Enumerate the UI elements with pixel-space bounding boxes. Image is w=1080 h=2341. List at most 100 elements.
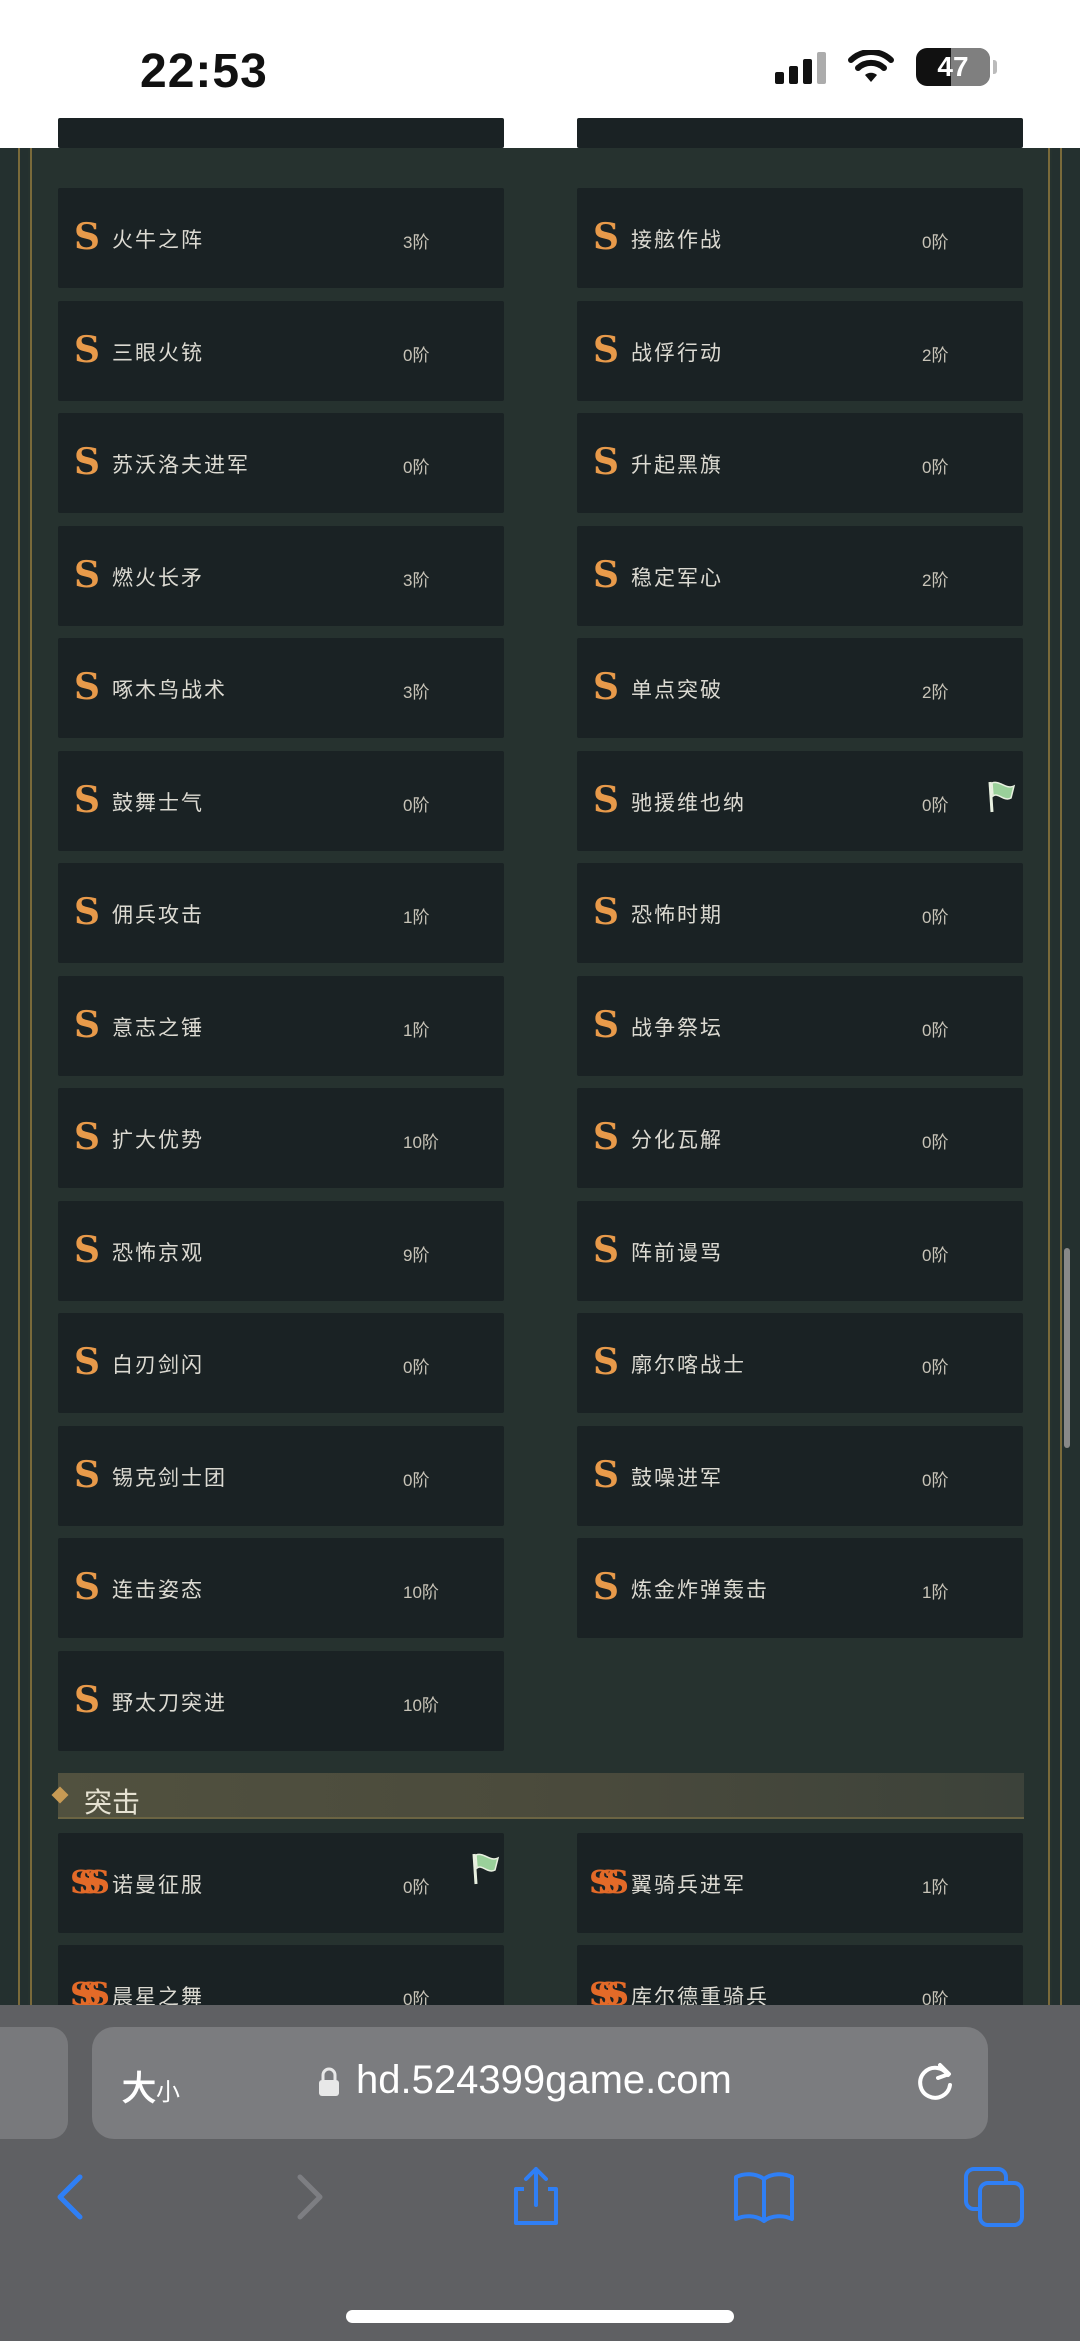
skill-s-icon: S <box>593 1116 619 1158</box>
skill-card[interactable]: S 恐怖京观 9阶 <box>58 1200 504 1301</box>
frame-line-left-inner <box>30 148 32 2008</box>
skill-card[interactable]: S 单点突破 2阶 <box>577 638 1023 738</box>
skill-s-icon: S <box>74 778 100 821</box>
skill-card[interactable]: S 升起黑旗 0阶 <box>577 413 1023 513</box>
skill-level: 0阶 <box>922 1358 949 1377</box>
skill-name: 火牛之阵 <box>112 229 204 252</box>
skill-level: 3阶 <box>403 683 430 702</box>
reload-icon[interactable] <box>910 2057 960 2107</box>
skill-card[interactable]: S 三眼火铳 0阶 <box>58 300 504 401</box>
text-size-small: 小 <box>156 2079 180 2106</box>
skill-name: 战争祭坛 <box>631 1016 723 1040</box>
flag-icon[interactable] <box>466 1850 502 1886</box>
skill-card[interactable]: S 佣兵攻击 1阶 <box>58 863 504 963</box>
skill-card-cut[interactable] <box>577 118 1023 148</box>
forward-icon[interactable] <box>276 2165 340 2229</box>
url-text: hd.524399game.com <box>356 2058 732 2102</box>
skill-card[interactable]: S 锡克剑士团 0阶 <box>58 1425 504 1526</box>
skill-level: 0阶 <box>922 1020 949 1040</box>
skill-card[interactable]: S 接舷作战 0阶 <box>577 188 1023 288</box>
skill-name: 战俘行动 <box>631 341 723 365</box>
skill-card[interactable]: S 白刃剑闪 0阶 <box>58 1313 504 1413</box>
wifi-icon <box>848 50 894 82</box>
skill-sss-icon: SSS <box>70 1863 110 1901</box>
flag-icon[interactable] <box>982 778 1018 814</box>
skill-card[interactable]: S 鼓噪进军 0阶 <box>577 1425 1023 1526</box>
skill-card[interactable]: S 战争祭坛 0阶 <box>577 975 1023 1076</box>
skill-name: 锡克剑士团 <box>112 1466 227 1490</box>
previous-tab-preview[interactable] <box>0 2027 68 2139</box>
skill-name: 燃火长矛 <box>112 566 204 590</box>
home-indicator[interactable] <box>346 2310 734 2323</box>
skill-card[interactable]: S 意志之锤 1阶 <box>58 975 504 1076</box>
skill-card[interactable]: S 扩大优势 10阶 <box>58 1088 504 1188</box>
battery-icon: 47 <box>916 48 997 86</box>
skill-card[interactable]: S 恐怖时期 0阶 <box>577 863 1023 963</box>
skill-card[interactable]: S 苏沃洛夫进军 0阶 <box>58 413 504 513</box>
text-size-button[interactable]: 大小 <box>122 2061 180 2110</box>
share-icon[interactable] <box>504 2165 568 2229</box>
skill-level: 0阶 <box>403 345 430 365</box>
assault-skill-card[interactable]: SSS 翼骑兵进军 1阶 <box>577 1833 1023 1933</box>
tabs-icon[interactable] <box>962 2165 1026 2229</box>
skill-card[interactable]: S 鼓舞士气 0阶 <box>58 750 504 851</box>
signal-icon <box>775 50 826 84</box>
browser-toolbar: 大小 hd.524399game.com <box>0 2005 1080 2341</box>
skill-s-icon: S <box>593 1566 619 1608</box>
skill-name: 阵前谩骂 <box>631 1241 723 1265</box>
skill-level: 2阶 <box>922 345 949 365</box>
skill-level: 0阶 <box>922 233 949 252</box>
skill-card[interactable]: S 啄木鸟战术 3阶 <box>58 638 504 738</box>
assault-skill-card[interactable]: SSS 诺曼征服 0阶 <box>58 1833 504 1933</box>
skill-card[interactable]: S 分化瓦解 0阶 <box>577 1088 1023 1188</box>
bookmarks-icon[interactable] <box>732 2165 796 2229</box>
skill-card[interactable]: S 野太刀突进 10阶 <box>58 1650 504 1751</box>
skill-s-icon: S <box>593 1003 619 1046</box>
skill-s-icon: S <box>593 441 619 483</box>
skill-sss-icon: SSS <box>589 1863 629 1901</box>
skill-name: 扩大优势 <box>112 1129 204 1152</box>
skill-name: 连击姿态 <box>112 1579 204 1602</box>
skill-card[interactable]: S 驰援维也纳 0阶 <box>577 750 1023 851</box>
skill-name: 分化瓦解 <box>631 1129 723 1152</box>
status-time: 22:53 <box>140 45 268 98</box>
address-bar[interactable]: 大小 hd.524399game.com <box>92 2027 988 2139</box>
skill-name: 苏沃洛夫进军 <box>112 454 250 477</box>
skill-s-icon: S <box>593 328 619 371</box>
skill-level: 0阶 <box>922 908 949 927</box>
skill-card[interactable]: S 廓尔喀战士 0阶 <box>577 1313 1023 1413</box>
back-icon[interactable] <box>40 2165 104 2229</box>
skill-level: 10阶 <box>403 1583 439 1602</box>
skill-card[interactable]: S 连击姿态 10阶 <box>58 1538 504 1638</box>
skill-card[interactable]: S 稳定军心 2阶 <box>577 525 1023 626</box>
skill-s-icon: S <box>593 891 619 933</box>
skill-level: 1阶 <box>403 908 430 927</box>
skill-s-icon: S <box>593 1228 619 1271</box>
skill-name: 恐怖京观 <box>112 1241 204 1265</box>
skill-name: 恐怖时期 <box>631 904 723 927</box>
skill-card[interactable]: S 战俘行动 2阶 <box>577 300 1023 401</box>
skill-name: 炼金炸弹轰击 <box>631 1579 769 1602</box>
frame-line-right <box>1060 148 1062 2008</box>
skill-name: 廓尔喀战士 <box>631 1354 746 1377</box>
skill-card[interactable]: S 阵前谩骂 0阶 <box>577 1200 1023 1301</box>
skill-card-cut[interactable] <box>58 118 504 148</box>
skill-level: 3阶 <box>403 570 430 590</box>
skill-s-icon: S <box>593 1341 619 1383</box>
skill-s-icon: S <box>74 1116 100 1158</box>
skill-s-icon: S <box>74 1003 100 1046</box>
skill-name: 翼骑兵进军 <box>631 1874 746 1897</box>
game-page: S 火牛之阵 3阶 S 接舷作战 0阶 S 三眼火铳 0阶 S 战俘行动 2阶 S 苏沃洛夫进军 0阶 S 升起… <box>0 118 1080 2045</box>
skill-level: 0阶 <box>403 1470 430 1490</box>
lock-icon <box>319 2067 339 2096</box>
skill-level: 9阶 <box>403 1245 430 1265</box>
skill-card[interactable]: S 火牛之阵 3阶 <box>58 188 504 288</box>
skill-card[interactable]: S 炼金炸弹轰击 1阶 <box>577 1538 1023 1638</box>
frame-line-right-inner <box>1048 148 1050 2008</box>
page-scrollbar[interactable] <box>1064 1248 1070 1448</box>
skill-name: 单点突破 <box>631 679 723 702</box>
skill-level: 0阶 <box>403 1358 430 1377</box>
skill-card[interactable]: S 燃火长矛 3阶 <box>58 525 504 626</box>
skill-level: 0阶 <box>922 795 949 815</box>
skill-s-icon: S <box>593 216 619 258</box>
